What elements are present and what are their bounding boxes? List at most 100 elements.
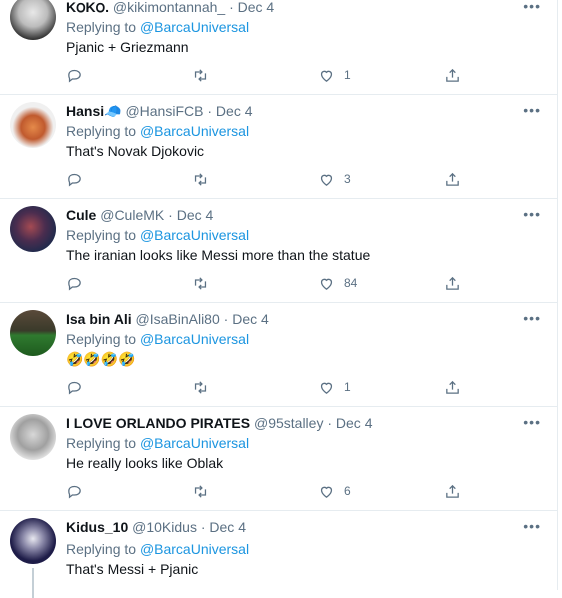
more-options-icon[interactable]: •••: [523, 518, 541, 534]
replying-to-link[interactable]: @BarcaUniversal: [140, 541, 249, 557]
share-button[interactable]: [444, 65, 461, 85]
tweet-date[interactable]: Dec 4: [216, 103, 253, 119]
retweet-icon: [194, 276, 207, 290]
display-name[interactable]: Kidus_10: [66, 519, 128, 535]
reply-button[interactable]: [66, 481, 83, 501]
tweet-actions: 1: [66, 377, 466, 397]
display-name[interactable]: Cule: [66, 207, 96, 223]
display-name[interactable]: Isa bin Ali: [66, 311, 132, 327]
avatar[interactable]: [10, 518, 56, 564]
replying-to: Replying to @BarcaUniversal: [66, 18, 249, 36]
more-options-icon[interactable]: •••: [523, 206, 541, 222]
avatar[interactable]: [10, 310, 56, 356]
replying-to-link[interactable]: @BarcaUniversal: [140, 331, 249, 347]
tweet-date[interactable]: Dec 4: [238, 0, 275, 15]
retweet-icon: [194, 484, 207, 498]
tweet-header: Cule @CuleMK · Dec 4: [66, 206, 213, 224]
more-options-icon[interactable]: •••: [523, 0, 541, 14]
more-options-icon[interactable]: •••: [523, 102, 541, 118]
share-button[interactable]: [444, 377, 461, 397]
replying-to-prefix: Replying to: [66, 123, 137, 139]
retweet-button[interactable]: [192, 65, 209, 85]
separator-dot: ·: [223, 311, 229, 327]
separator-dot: ·: [229, 0, 234, 15]
like-button[interactable]: 1: [318, 377, 351, 397]
user-handle[interactable]: @kikimontannah_: [113, 0, 225, 15]
share-icon: [446, 484, 459, 498]
tweet-actions: 6: [66, 481, 466, 501]
reply-button[interactable]: [66, 169, 83, 189]
replying-to-link[interactable]: @BarcaUniversal: [140, 435, 249, 451]
tweet[interactable]: Isa bin Ali @IsaBinAli80 · Dec 4 ••• Rep…: [0, 302, 557, 407]
like-count: 3: [344, 172, 351, 186]
tweet[interactable]: K౦K౦. @kikimontannah_ · Dec 4 ••• Replyi…: [0, 0, 557, 95]
tweet-date[interactable]: Dec 4: [336, 415, 373, 431]
tweet[interactable]: Hansi🧢 @HansiFCB · Dec 4 ••• Replying to…: [0, 94, 557, 199]
separator-dot: ·: [327, 415, 333, 431]
share-icon: [446, 380, 459, 394]
retweet-icon: [194, 380, 207, 394]
user-handle[interactable]: @10Kidus: [132, 519, 197, 535]
share-button[interactable]: [444, 273, 461, 293]
retweet-icon: [194, 172, 207, 186]
display-name[interactable]: Hansi🧢: [66, 103, 122, 119]
more-options-icon[interactable]: •••: [523, 414, 541, 430]
retweet-button[interactable]: [192, 169, 209, 189]
replying-to-prefix: Replying to: [66, 541, 137, 557]
tweet-date[interactable]: Dec 4: [232, 311, 269, 327]
user-handle[interactable]: @95stalley: [254, 415, 323, 431]
like-count: 6: [344, 484, 351, 498]
user-handle[interactable]: @IsaBinAli80: [136, 311, 220, 327]
tweet-actions: 84: [66, 273, 466, 293]
separator-dot: ·: [207, 103, 213, 119]
heart-icon: [320, 486, 333, 498]
retweet-button[interactable]: [192, 481, 209, 501]
tweet-actions: 3: [66, 169, 466, 189]
tweet-actions: 1: [66, 65, 466, 85]
replying-to-link[interactable]: @BarcaUniversal: [140, 227, 249, 243]
share-button[interactable]: [444, 481, 461, 501]
avatar[interactable]: [10, 102, 56, 148]
replying-to-prefix: Replying to: [66, 227, 137, 243]
replying-to: Replying to @BarcaUniversal: [66, 434, 249, 452]
retweet-button[interactable]: [192, 273, 209, 293]
replying-to-link[interactable]: @BarcaUniversal: [140, 19, 249, 35]
replying-to-link[interactable]: @BarcaUniversal: [140, 123, 249, 139]
retweet-button[interactable]: [192, 377, 209, 397]
tweet-text: He really looks like Oblak: [66, 455, 224, 471]
tweet[interactable]: Kidus_10 @10Kidus · Dec 4 ••• Replying t…: [0, 510, 557, 598]
tweet-header: I LOVE ORLANDO PIRATES @95stalley · Dec …: [66, 414, 372, 432]
avatar[interactable]: [10, 414, 56, 460]
tweet-header: Kidus_10 @10Kidus · Dec 4: [66, 518, 246, 536]
share-button[interactable]: [444, 169, 461, 189]
tweet-date[interactable]: Dec 4: [177, 207, 214, 223]
reply-button[interactable]: [66, 377, 83, 397]
tweet[interactable]: Cule @CuleMK · Dec 4 ••• Replying to @Ba…: [0, 198, 557, 303]
tweet-text: The iranian looks like Messi more than t…: [66, 247, 371, 263]
avatar[interactable]: [10, 206, 56, 252]
separator-dot: ·: [200, 519, 206, 535]
reply-button[interactable]: [66, 65, 83, 85]
replying-to-prefix: Replying to: [66, 19, 137, 35]
reply-icon: [68, 69, 81, 82]
display-name[interactable]: K౦K౦.: [66, 0, 109, 15]
like-button[interactable]: 84: [318, 273, 357, 293]
separator-dot: ·: [168, 207, 173, 223]
replying-to: Replying to @BarcaUniversal: [66, 226, 249, 244]
more-options-icon[interactable]: •••: [523, 310, 541, 326]
avatar[interactable]: [10, 0, 56, 40]
tweet[interactable]: I LOVE ORLANDO PIRATES @95stalley · Dec …: [0, 406, 557, 511]
replying-to-prefix: Replying to: [66, 435, 137, 451]
display-name[interactable]: I LOVE ORLANDO PIRATES: [66, 415, 250, 431]
like-button[interactable]: 1: [318, 65, 351, 85]
reply-icon: [68, 277, 81, 290]
user-handle[interactable]: @CuleMK: [100, 207, 164, 223]
retweet-icon: [194, 68, 207, 82]
like-button[interactable]: 6: [318, 481, 351, 501]
tweet-date[interactable]: Dec 4: [209, 519, 246, 535]
like-count: 84: [344, 276, 358, 290]
replying-to: Replying to @BarcaUniversal: [66, 330, 249, 348]
reply-button[interactable]: [66, 273, 83, 293]
user-handle[interactable]: @HansiFCB: [125, 103, 203, 119]
like-button[interactable]: 3: [318, 169, 351, 189]
